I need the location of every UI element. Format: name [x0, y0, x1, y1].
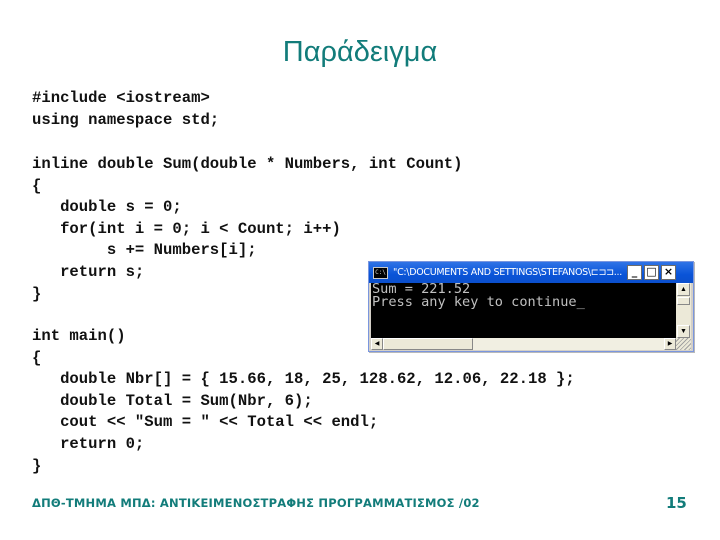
footer-course-label: ΔΠΘ-ΤΜΗΜΑ ΜΠΔ: ΑΝΤΙΚΕΙΜΕΝΟΣΤΡΑΦΗΣ ΠΡΟΓΡΑ…	[32, 496, 480, 510]
maximize-button[interactable]: □	[644, 265, 659, 280]
code-line: double Nbr[] = { 15.66, 18, 25, 128.62, …	[32, 370, 575, 389]
console-window-title: "C:\DOCUMENTS AND SETTINGS\STEFANOS\⊏⊐⊐.…	[393, 267, 622, 278]
code-line: }	[32, 456, 42, 475]
vertical-scroll-thumb[interactable]	[677, 297, 690, 305]
console-output-line: Press any key to continue_	[372, 294, 585, 310]
code-line: using namespace std;	[32, 110, 220, 129]
console-output: Sum = 221.52 Press any key to continue_	[371, 282, 677, 338]
slide-title: Παράδειγμα	[282, 36, 438, 68]
console-titlebar[interactable]: C:\ "C:\DOCUMENTS AND SETTINGS\STEFANOS\…	[369, 262, 693, 283]
code-line: for(int i = 0; i < Count; i++)	[32, 219, 341, 238]
console-window: C:\ "C:\DOCUMENTS AND SETTINGS\STEFANOS\…	[368, 261, 694, 352]
resize-grip-icon[interactable]	[676, 338, 691, 350]
scroll-down-arrow-icon[interactable]: ▼	[677, 325, 690, 338]
code-line: inline double Sum(double * Numbers, int …	[32, 155, 463, 173]
code-line: return 0;	[32, 434, 145, 453]
code-line: #include <iostream>	[32, 89, 210, 107]
page-number: 15	[666, 494, 687, 512]
scroll-right-arrow-icon[interactable]: ▶	[664, 338, 676, 350]
vertical-scrollbar[interactable]: ▲ ▼	[676, 283, 691, 338]
minimize-button[interactable]: _	[627, 265, 642, 280]
console-app-icon[interactable]: C:\	[373, 266, 388, 279]
code-line: double s = 0;	[32, 198, 182, 217]
code-line: s += Numbers[i];	[32, 241, 257, 260]
scroll-up-arrow-icon[interactable]: ▲	[677, 283, 690, 296]
close-button[interactable]: ×	[661, 265, 676, 280]
scroll-left-arrow-icon[interactable]: ◀	[371, 338, 383, 350]
code-line: double Total = Sum(Nbr, 6);	[32, 391, 313, 410]
code-line: cout << "Sum = " << Total << endl;	[32, 413, 379, 432]
horizontal-scroll-thumb[interactable]	[383, 338, 473, 350]
code-block-includes: #include <iostream> using namespace std;	[32, 88, 219, 131]
code-line: {	[32, 176, 42, 195]
horizontal-scrollbar[interactable]: ◀ ▶	[371, 338, 676, 350]
